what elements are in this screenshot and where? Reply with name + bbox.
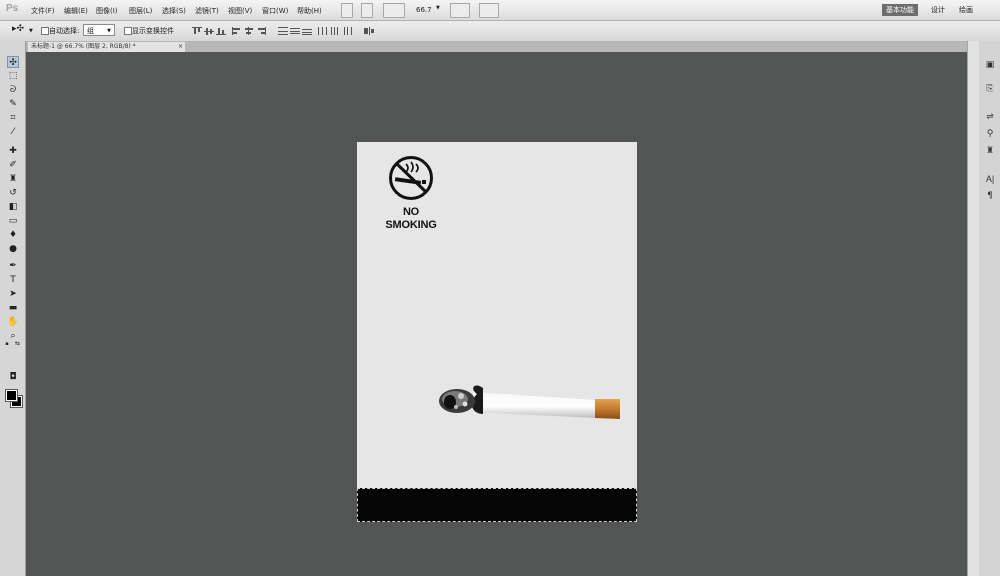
- move-tool-preset-icon[interactable]: ▸✣: [12, 24, 24, 34]
- document-canvas[interactable]: NO SMOKING: [357, 142, 637, 522]
- hand-tool-icon[interactable]: ✋: [7, 316, 19, 328]
- app-logo: Ps: [6, 3, 19, 14]
- options-bar: ▸✣ ▼ 自动选择: 组 ▼ 显示变换控件: [0, 21, 1000, 42]
- menu-select[interactable]: 选择(S): [162, 6, 186, 16]
- eyedropper-tool-icon[interactable]: ⁄: [7, 126, 19, 138]
- clone-source-panel-icon[interactable]: ♜: [984, 145, 996, 157]
- path-selection-tool-icon[interactable]: ➤: [7, 288, 19, 300]
- marquee-tool-icon[interactable]: ⬚: [7, 70, 19, 82]
- swap-colors-icon[interactable]: ⇆: [14, 340, 21, 347]
- menu-file[interactable]: 文件(F): [31, 6, 55, 16]
- align-hcenter-icon[interactable]: [244, 27, 254, 35]
- menu-edit[interactable]: 编辑(E): [64, 6, 88, 16]
- history-brush-tool-icon[interactable]: ↺: [7, 187, 19, 199]
- zoom-chevron-icon[interactable]: ▼: [436, 5, 440, 11]
- auto-select-checkbox[interactable]: [41, 27, 49, 35]
- healing-brush-tool-icon[interactable]: ✚: [7, 145, 19, 157]
- auto-align-layers-icon[interactable]: [364, 27, 374, 35]
- menu-bar: Ps 文件(F) 编辑(E) 图像(I) 图层(L) 选择(S) 滤镜(T) 视…: [0, 0, 1000, 21]
- preset-chevron-icon[interactable]: ▼: [29, 28, 33, 34]
- poster-text-no: NO: [402, 206, 420, 218]
- auto-select-label: 自动选择:: [49, 27, 80, 35]
- distribute-hcenter-icon[interactable]: [330, 27, 340, 35]
- pen-tool-icon[interactable]: ✒: [7, 260, 19, 272]
- chevron-down-icon: ▼: [107, 28, 111, 34]
- navigator-panel-icon[interactable]: ▣: [984, 59, 996, 71]
- auto-select-value: 组: [87, 27, 94, 35]
- bridge-button[interactable]: [341, 3, 353, 18]
- eraser-tool-icon[interactable]: ◧: [7, 201, 19, 213]
- menu-help[interactable]: 帮助(H): [297, 6, 322, 16]
- lasso-tool-icon[interactable]: ᘐ: [7, 84, 19, 96]
- zoom-level[interactable]: 66.7: [416, 6, 432, 14]
- black-rectangle-selection[interactable]: [357, 488, 637, 522]
- masks-panel-icon[interactable]: ⚲: [984, 128, 996, 140]
- align-top-icon[interactable]: [192, 27, 202, 35]
- distribute-right-icon[interactable]: [342, 27, 352, 35]
- show-transform-label: 显示变换控件: [132, 27, 174, 35]
- document-tab-bar: 未标题-1 @ 66.7% (图层 2, RGB/8) * ×: [25, 41, 967, 52]
- quick-select-tool-icon[interactable]: ✎: [7, 98, 19, 110]
- menu-window[interactable]: 窗口(W): [262, 6, 288, 16]
- poster-text-smoking: SMOKING: [385, 219, 437, 231]
- menu-filter[interactable]: 滤镜(T): [195, 6, 219, 16]
- dodge-tool-icon[interactable]: ●: [7, 243, 19, 255]
- auto-select-dropdown[interactable]: 组 ▼: [83, 24, 115, 36]
- default-colors-icon[interactable]: ▪: [4, 341, 10, 347]
- mini-bridge-button[interactable]: [361, 3, 373, 18]
- distribute-vcenter-icon[interactable]: [290, 27, 300, 35]
- view-extras-button[interactable]: [383, 3, 405, 18]
- move-tool-icon[interactable]: ✣: [7, 56, 19, 68]
- paragraph-panel-icon[interactable]: ¶: [984, 190, 996, 202]
- workspace-essentials[interactable]: 基本功能: [882, 4, 918, 16]
- canvas-artwork: [389, 156, 620, 419]
- distribute-bottom-icon[interactable]: [302, 27, 312, 35]
- brush-tool-icon[interactable]: ✐: [7, 159, 19, 171]
- workspace-painting[interactable]: 绘画: [955, 4, 977, 16]
- screen-mode-button[interactable]: [479, 3, 499, 18]
- blur-tool-icon[interactable]: ♦: [7, 229, 19, 241]
- align-left-icon[interactable]: [232, 27, 242, 35]
- align-vcenter-icon[interactable]: [204, 27, 214, 35]
- menu-image[interactable]: 图像(I): [96, 6, 118, 16]
- arrange-documents-button[interactable]: [450, 3, 470, 18]
- align-right-icon[interactable]: [256, 27, 266, 35]
- document-tab-title: 未标题-1 @ 66.7% (图层 2, RGB/8) *: [31, 43, 136, 50]
- clone-stamp-tool-icon[interactable]: ♜: [7, 173, 19, 185]
- cigarette-image: [439, 385, 620, 419]
- adjustments-panel-icon[interactable]: ⇌: [984, 111, 996, 123]
- tools-panel: ✣ ⬚ ᘐ ✎ ⌗ ⁄ ✚ ✐ ♜ ↺ ◧ ▭ ♦ ● ✒ T ➤ ▬ ✋ ⌕ …: [0, 41, 26, 576]
- crop-tool-icon[interactable]: ⌗: [7, 112, 19, 124]
- align-bottom-icon[interactable]: [216, 27, 226, 35]
- type-tool-icon[interactable]: T: [7, 274, 19, 286]
- show-transform-checkbox[interactable]: [124, 27, 132, 35]
- document-tab[interactable]: 未标题-1 @ 66.7% (图层 2, RGB/8) * ×: [28, 42, 185, 52]
- shape-tool-icon[interactable]: ▬: [7, 302, 19, 314]
- history-panel-icon[interactable]: ⎘: [984, 83, 996, 95]
- distribute-left-icon[interactable]: [318, 27, 328, 35]
- no-smoking-icon: [389, 156, 433, 200]
- character-panel-icon[interactable]: A|: [984, 173, 996, 185]
- quick-mask-icon[interactable]: ◘: [7, 371, 19, 383]
- distribute-top-icon[interactable]: [278, 27, 288, 35]
- gradient-tool-icon[interactable]: ▭: [7, 215, 19, 227]
- workspace-design[interactable]: 设计: [927, 4, 949, 16]
- close-icon[interactable]: ×: [178, 42, 183, 52]
- panel-dock: ▣ ⎘ ⇌ ⚲ ♜ A| ¶: [979, 41, 1000, 576]
- menu-view[interactable]: 视图(V): [228, 6, 252, 16]
- foreground-color-swatch[interactable]: [6, 390, 17, 401]
- menu-layer[interactable]: 图层(L): [129, 6, 152, 16]
